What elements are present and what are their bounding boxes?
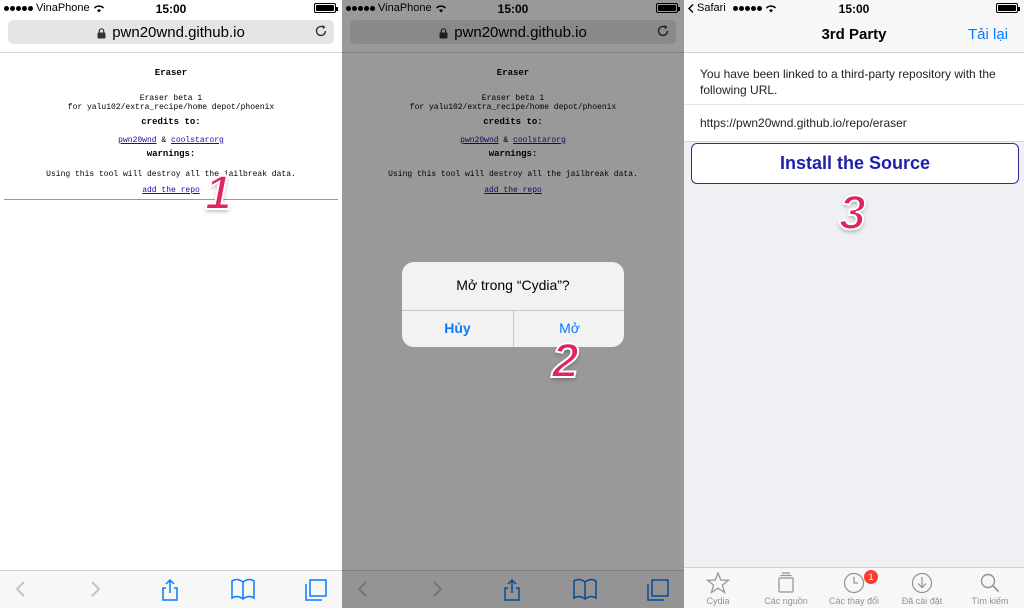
repo-url: https://pwn20wnd.github.io/repo/eraser (700, 116, 907, 131)
battery-icon (314, 3, 338, 13)
open-in-cydia-dialog: Mở trong “Cydia”? Hủy Mở (402, 262, 624, 347)
tab-sources[interactable]: Các nguồn (752, 568, 820, 608)
url-text: pwn20wnd.github.io (112, 24, 245, 41)
tab-label: Đã cài đặt (901, 596, 943, 606)
battery-icon (996, 3, 1020, 13)
credits-heading: credits to: (141, 116, 201, 127)
warnings-heading: warnings: (146, 149, 196, 160)
tab-bar: Cydia Các nguồn 1 Các thay đổi Đã cài đặ… (684, 567, 1024, 608)
credit-amp: & (161, 135, 167, 145)
back-icon[interactable] (14, 578, 28, 600)
star-icon (706, 572, 730, 594)
tab-installed[interactable]: Đã cài đặt (888, 568, 956, 608)
credit-link-pwn20wnd[interactable]: pwn20wnd (118, 136, 156, 145)
navigation-bar: 3rd Party Tải lại (684, 17, 1024, 53)
page-title: Eraser (154, 68, 188, 78)
credit-link-coolstarorg[interactable]: coolstarorg (171, 136, 224, 145)
tabs-icon[interactable] (304, 578, 328, 602)
repo-info-card: You have been linked to a third-party re… (684, 53, 1024, 143)
third-party-message: You have been linked to a third-party re… (684, 53, 1024, 106)
changes-badge: 1 (864, 570, 878, 584)
warning-text: Using this tool will destroy all the jai… (46, 170, 296, 180)
sources-icon (778, 572, 794, 593)
status-bar: Safari 15:00 (684, 0, 1024, 17)
status-time: 15:00 (155, 2, 187, 16)
tab-label: Các nguồn (764, 596, 808, 606)
url-display[interactable]: pwn20wnd.github.io (8, 24, 334, 41)
reload-icon[interactable] (314, 24, 328, 38)
clock-icon (843, 572, 865, 594)
safari-panel-step2: VinaPhone 15:00 pwn20wnd.github.io Erase… (342, 0, 684, 608)
search-icon (980, 573, 1000, 593)
reload-button[interactable]: Tải lại (968, 26, 1008, 43)
step-number-3: 3 (838, 186, 867, 241)
screenshot-collage: VinaPhone 15:00 pwn20wnd.github.io Erase… (0, 0, 1024, 608)
tab-search[interactable]: Tìm kiếm (956, 568, 1024, 608)
add-repo-link[interactable]: add the repo (142, 186, 200, 195)
step-number-2: 2 (551, 334, 580, 389)
tab-label: Tìm kiếm (971, 596, 1009, 606)
tab-label: Cydia (706, 596, 730, 606)
dialog-title: Mở trong “Cydia”? (456, 277, 570, 293)
status-time: 15:00 (838, 2, 870, 16)
download-icon (911, 572, 933, 594)
webpage-content: Eraser Eraser beta 1 for yalu102/extra_r… (0, 68, 342, 201)
bookmarks-icon[interactable] (230, 578, 256, 600)
address-bar[interactable]: pwn20wnd.github.io (8, 20, 334, 44)
share-icon[interactable] (160, 578, 180, 602)
page-subtitle-2: for yalu102/extra_recipe/home depot/phoe… (67, 103, 275, 113)
divider (0, 52, 342, 53)
page-divider (4, 199, 338, 201)
tab-changes[interactable]: 1 Các thay đổi (820, 568, 888, 608)
cydia-panel-step3: Safari 15:00 3rd Party Tải lại You have … (684, 0, 1024, 608)
tab-cydia[interactable]: Cydia (684, 568, 752, 608)
status-bar: VinaPhone 15:00 (0, 0, 342, 17)
safari-toolbar (0, 570, 342, 608)
safari-panel-step1: VinaPhone 15:00 pwn20wnd.github.io Erase… (0, 0, 342, 608)
page-subtitle-1: Eraser beta 1 (139, 93, 203, 103)
cancel-button[interactable]: Hủy (402, 310, 513, 347)
tab-label: Các thay đổi (828, 596, 880, 606)
credits-line: pwn20wnd & coolstarorg (0, 136, 342, 146)
step-number-1: 1 (204, 166, 233, 221)
install-source-button[interactable]: Install the Source (691, 143, 1019, 184)
lock-icon (97, 27, 106, 39)
forward-icon[interactable] (88, 578, 102, 600)
